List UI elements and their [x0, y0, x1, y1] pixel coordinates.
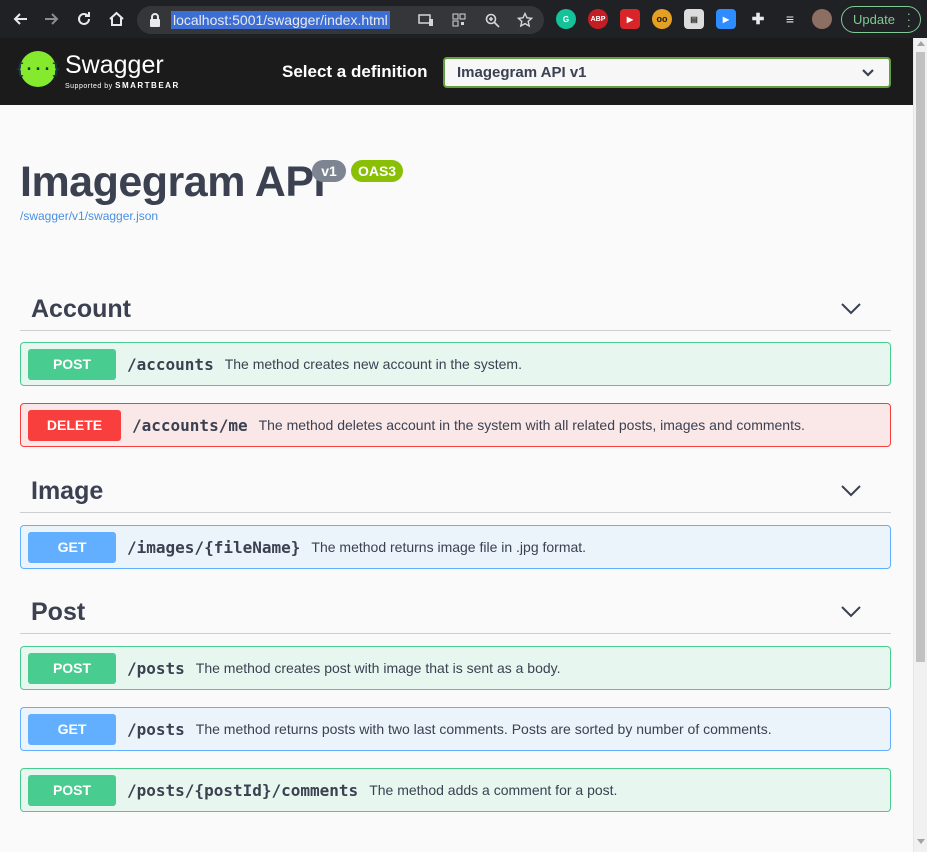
chevron-down-icon — [861, 63, 875, 87]
method-badge: POST — [28, 652, 116, 684]
method-badge: POST — [28, 348, 116, 380]
glasses-icon[interactable]: oo — [652, 9, 672, 29]
zoom-icon[interactable] — [483, 11, 501, 29]
media-icon[interactable]: ≡ — [780, 9, 800, 29]
select-definition-label: Select a definition — [282, 62, 428, 81]
scroll-down-icon[interactable] — [914, 839, 927, 847]
tag-name: Post — [31, 598, 86, 626]
tag-name: Image — [31, 477, 104, 505]
chevron-down-icon[interactable] — [841, 605, 861, 619]
operation-path: /posts — [127, 719, 185, 739]
version-badge: v1 — [312, 160, 346, 182]
operation-path: /accounts/me — [132, 415, 248, 435]
bookmark-star-icon[interactable] — [516, 11, 534, 29]
operation-path: /accounts — [127, 354, 214, 374]
selected-definition: Imagegram API v1 — [457, 64, 587, 81]
operation-summary: The method returns image file in .jpg fo… — [311, 539, 587, 555]
puzzle-icon[interactable]: ✚ — [748, 9, 768, 29]
tag-account[interactable]: Account — [20, 287, 891, 331]
chevron-down-icon[interactable] — [841, 484, 861, 498]
browser-toolbar: localhost:5001/swagger/index.html G ABP … — [0, 0, 927, 38]
method-badge: DELETE — [28, 409, 121, 441]
cast-icon[interactable] — [417, 11, 435, 29]
tag-image[interactable]: Image — [20, 469, 891, 513]
swagger-logo[interactable]: {···} Swagger Supported by SMARTBEAR — [15, 51, 180, 90]
address-bar[interactable]: localhost:5001/swagger/index.html — [137, 6, 544, 34]
definition-select[interactable]: Imagegram API v1 — [443, 57, 891, 88]
swagger-topbar: {···} Swagger Supported by SMARTBEAR Sel… — [0, 38, 913, 105]
operation-path: /posts — [127, 658, 185, 678]
tag-name: Account — [31, 295, 131, 323]
url-text[interactable]: localhost:5001/swagger/index.html — [171, 11, 390, 29]
update-button[interactable]: Update · · · — [841, 6, 921, 33]
readlater-icon[interactable]: ▶ — [620, 9, 640, 29]
logo-sub-prefix: Supported by — [65, 83, 113, 90]
back-icon[interactable] — [4, 0, 36, 38]
scroll-up-icon[interactable] — [914, 41, 927, 49]
operation-post-accounts[interactable]: POST /accounts The method creates new ac… — [20, 342, 891, 386]
operation-post-posts[interactable]: POST /posts The method creates post with… — [20, 646, 891, 690]
oas-badge: OAS3 — [351, 160, 403, 182]
logo-sub-brand: SMARTBEAR — [115, 81, 180, 90]
swagger-logo-icon: {···} — [15, 51, 61, 87]
tag-post[interactable]: Post — [20, 590, 891, 634]
logo-name: Swagger — [65, 51, 164, 79]
operation-post-comments[interactable]: POST /posts/{postId}/comments The method… — [20, 768, 891, 812]
operation-path: /images/{fileName} — [127, 537, 301, 557]
method-badge: GET — [28, 713, 116, 745]
update-label: Update — [853, 12, 895, 27]
reload-icon[interactable] — [68, 0, 100, 38]
spec-link[interactable]: /swagger/v1/swagger.json — [20, 209, 158, 223]
operation-summary: The method adds a comment for a post. — [369, 782, 618, 798]
method-badge: POST — [28, 774, 116, 806]
operation-summary: The method returns posts with two last c… — [195, 721, 772, 737]
operation-get-images[interactable]: GET /images/{fileName} The method return… — [20, 525, 891, 569]
screenshot-icon[interactable]: ▤ — [684, 9, 704, 29]
api-title: Imagegram API — [20, 158, 325, 206]
lock-icon — [149, 13, 163, 27]
operation-path: /posts/{postId}/comments — [127, 780, 359, 800]
operation-delete-accounts-me[interactable]: DELETE /accounts/me The method deletes a… — [20, 403, 891, 447]
operation-get-posts[interactable]: GET /posts The method returns posts with… — [20, 707, 891, 751]
more-icon[interactable]: · · · — [907, 7, 911, 32]
grammarly-icon[interactable]: G — [556, 9, 576, 29]
page-scrollbar[interactable] — [913, 38, 927, 852]
chevron-down-icon[interactable] — [841, 302, 861, 316]
operation-summary: The method creates new account in the sy… — [224, 356, 522, 372]
adblock-icon[interactable]: ABP — [588, 9, 608, 29]
home-icon[interactable] — [100, 0, 132, 38]
profile-avatar[interactable] — [812, 9, 832, 29]
qr-code-icon[interactable] — [450, 11, 468, 29]
logo-subtitle: Supported by SMARTBEAR — [65, 81, 180, 90]
operation-summary: The method creates post with image that … — [195, 660, 561, 676]
operation-summary: The method deletes account in the system… — [258, 417, 805, 433]
zoom-app-icon[interactable]: ▶ — [716, 9, 736, 29]
method-badge: GET — [28, 531, 116, 563]
forward-icon[interactable] — [36, 0, 68, 38]
scroll-thumb[interactable] — [916, 52, 925, 662]
